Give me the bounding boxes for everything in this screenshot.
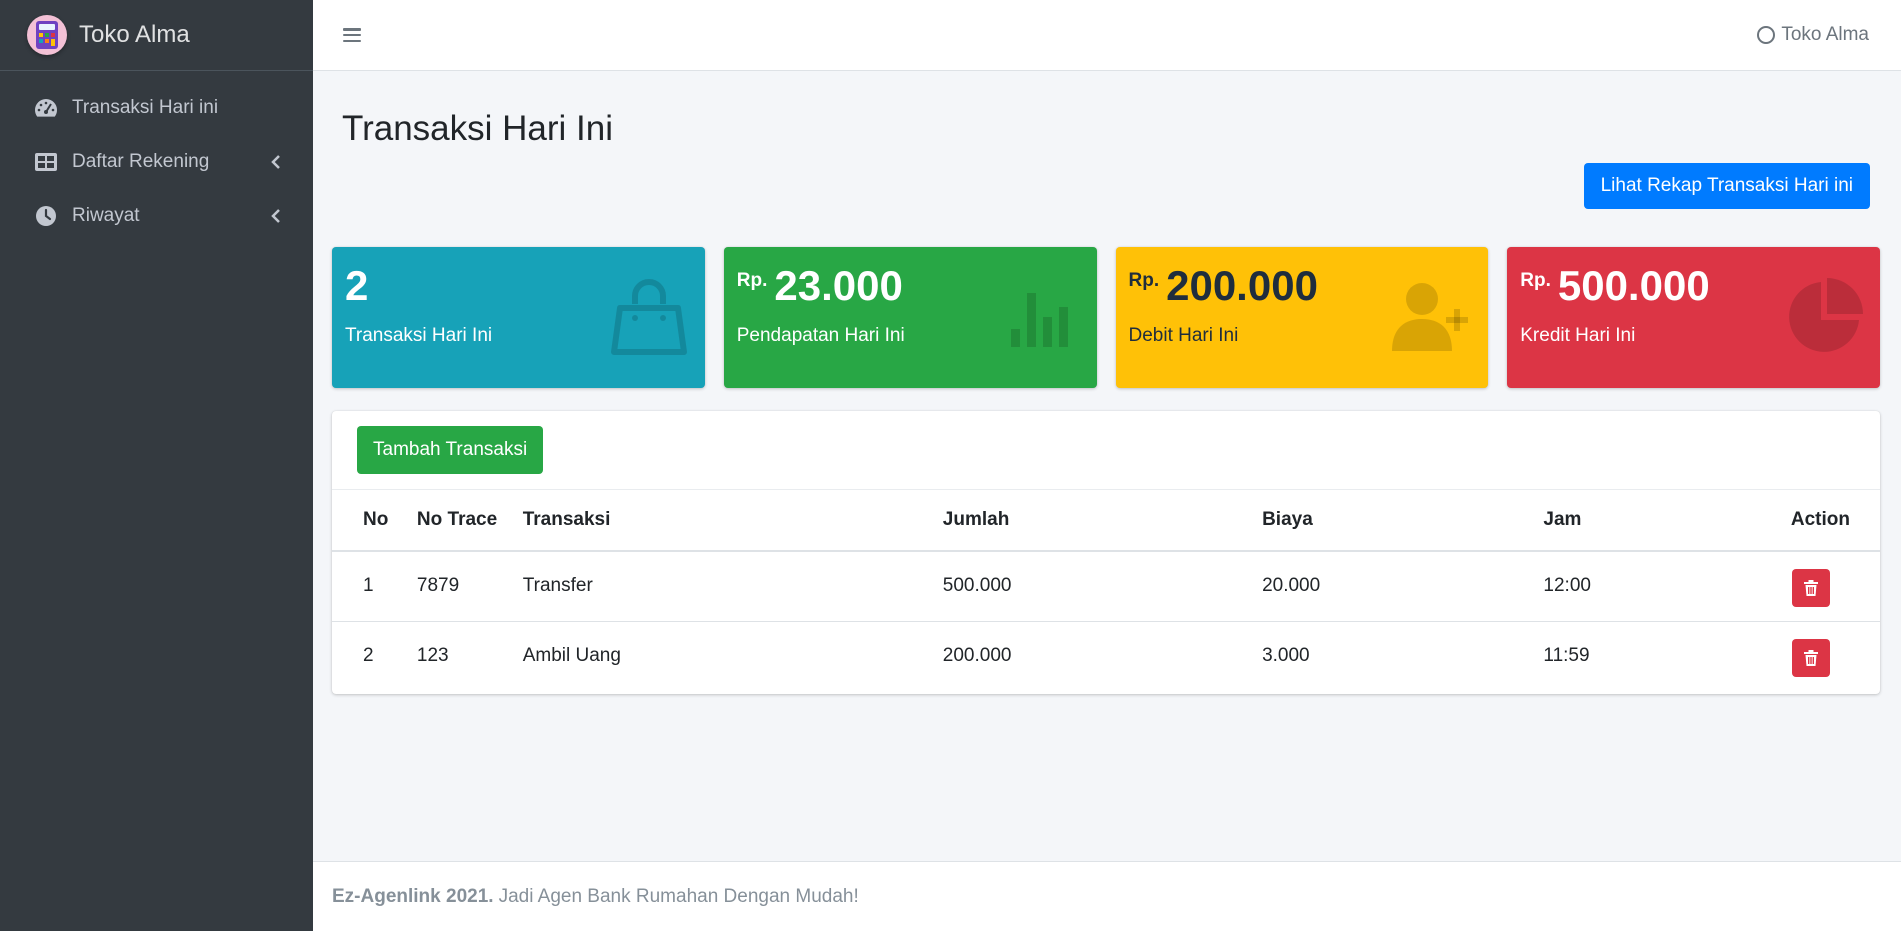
column-header-jam: Jam [1543,490,1791,552]
trash-icon [1804,580,1818,597]
card-header: Tambah Transaksi [332,411,1880,490]
cell-transaksi: Ambil Uang [522,645,621,667]
sidebar-item-label: Transaksi Hari ini [72,97,219,118]
delete-button[interactable] [1792,569,1830,608]
delete-button[interactable] [1792,639,1830,678]
chevron-left-icon [271,155,283,169]
add-transaction-button[interactable]: Tambah Transaksi [357,426,544,474]
column-header-biaya: Biaya [1262,490,1544,552]
cell-no-trace: 7879 [416,551,523,622]
transactions-table: No No Trace Transaksi Jumlah Biaya Jam A… [332,490,1880,691]
summary-box-transaksi: 2 Transaksi Hari Ini [332,247,705,388]
cell-jam: 12:00 [1543,551,1791,622]
column-header-action: Action [1790,490,1880,552]
column-header-jumlah: Jumlah [942,490,1263,552]
cell-jumlah: 200.000 [942,645,1012,667]
cell-biaya: 3.000 [1262,645,1310,667]
cell-no-trace: 123 [416,645,449,667]
column-header-no-trace: No Trace [416,490,523,552]
footer-tagline: Jadi Agen Bank Rumahan Dengan Mudah! [498,885,859,907]
footer-brand: Ez-Agenlink 2021. [332,885,494,907]
box-number: 2 [345,262,369,309]
cell-action [1790,551,1880,622]
brand-name: Toko Alma [79,21,190,48]
bar-chart-icon [1001,277,1081,357]
table-row: 1 7879 Transfer 500.000 20.000 12:00 [332,551,1880,622]
circle-icon [1757,26,1776,44]
table-header-row: No No Trace Transaksi Jumlah Biaya Jam A… [332,490,1880,552]
menu-toggle-icon[interactable] [341,26,363,44]
brand-link[interactable]: Toko Alma [0,0,313,71]
transactions-card: Tambah Transaksi No No Trace Transaksi J… [332,411,1880,694]
currency-prefix: Rp. [1520,270,1551,291]
cell-biaya: 20.000 [1262,551,1544,622]
summary-box-pendapatan: Rp. 23.000 Pendapatan Hari Ini [723,247,1097,388]
page-title: Transaksi Hari Ini [342,109,613,148]
rekap-button[interactable]: Lihat Rekap Transaksi Hari ini [1583,163,1870,209]
sidebar-item-label: Riwayat [72,205,140,226]
currency-prefix: Rp. [736,270,768,291]
user-label: Toko Alma [1781,24,1869,45]
table-icon [34,150,58,174]
sidebar: Toko Alma Transaksi Hari ini Daftar Reke… [0,0,313,931]
shopping-bag-icon [609,277,689,357]
table-row: 2 123 Ambil Uang 200.000 3.000 11:59 [332,621,1880,691]
pie-chart-icon [1784,277,1864,357]
sidebar-item-label: Daftar Rekening [72,151,210,172]
box-number: 500.000 [1557,262,1710,309]
clock-icon [34,204,58,228]
box-number: 200.000 [1166,262,1318,309]
sidebar-item-transaksi-hari-ini[interactable]: Transaksi Hari ini [0,81,313,135]
cell-jam: 11:59 [1543,645,1590,667]
user-plus-icon [1392,277,1472,357]
footer: Ez-Agenlink 2021. Jadi Agen Bank Rumahan… [313,861,1901,931]
cell-jumlah: 500.000 [942,551,1263,622]
summary-boxes: 2 Transaksi Hari Ini Rp. 23.000 Pendapat… [332,247,1880,388]
sidebar-nav: Transaksi Hari ini Daftar Rekening Riway… [0,71,313,243]
cell-no: 1 [332,551,417,622]
brand-logo [27,15,67,55]
cell-transaksi: Transfer [522,551,943,622]
cell-action [1791,621,1880,691]
column-header-no: No [332,490,417,552]
summary-box-kredit: Rp. 500.000 Kredit Hari Ini [1507,247,1880,388]
cell-no: 2 [363,645,374,667]
box-number: 23.000 [774,262,903,309]
summary-box-debit: Rp. 200.000 Debit Hari Ini [1115,247,1489,388]
main-content: Transaksi Hari Ini Lihat Rekap Transaksi… [313,71,1901,861]
user-menu[interactable]: Toko Alma [1757,24,1869,46]
sidebar-item-daftar-rekening[interactable]: Daftar Rekening [0,135,313,189]
chevron-left-icon [271,209,283,223]
topbar: Toko Alma [313,0,1901,71]
trash-icon [1804,650,1818,667]
column-header-transaksi: Transaksi [522,490,943,552]
tachometer-icon [34,96,58,120]
sidebar-item-riwayat[interactable]: Riwayat [0,189,313,243]
currency-prefix: Rp. [1128,270,1160,291]
